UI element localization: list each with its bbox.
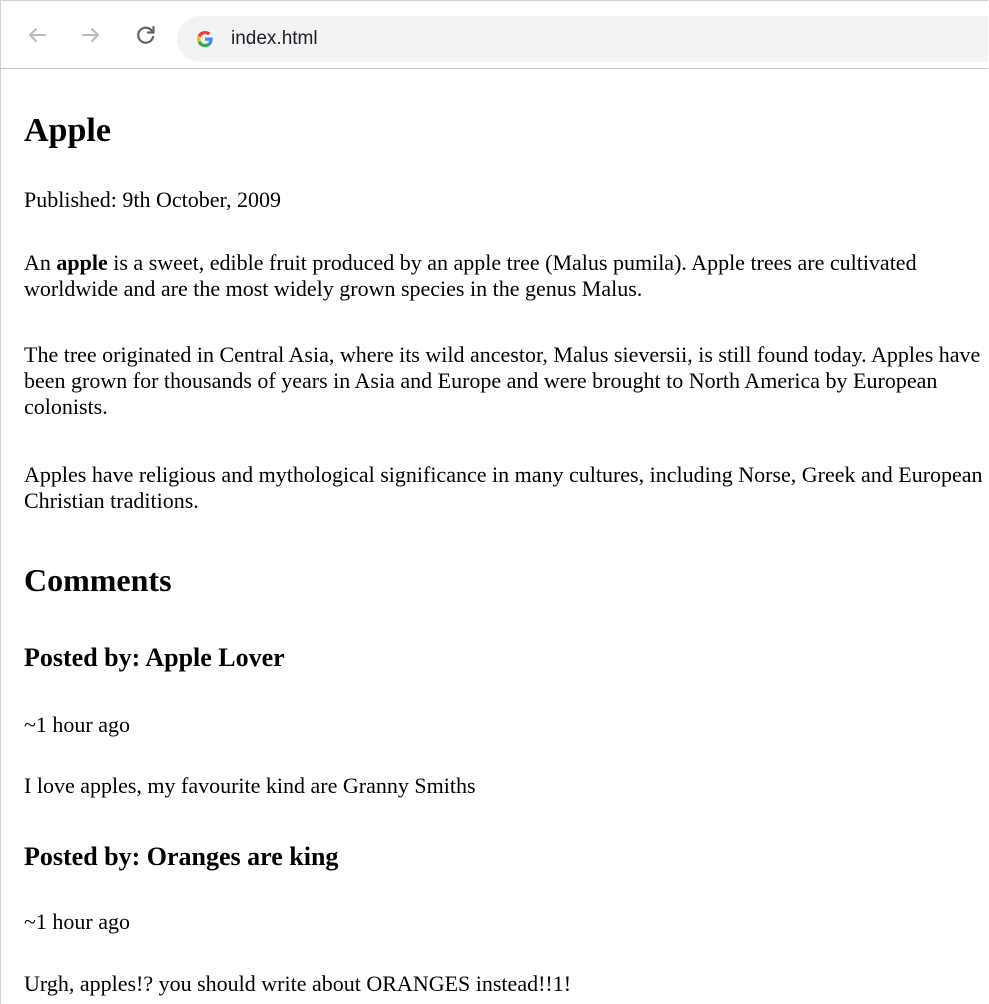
paragraph-1-bold-term: apple [56,250,108,275]
comment-body: I love apples, my favourite kind are Gra… [24,773,476,798]
paragraph-1-suffix: is a sweet, edible fruit produced by an … [24,250,917,301]
article-title: Apple [24,112,111,149]
comments-heading: Comments [24,562,172,598]
article-paragraph-1: An apple is a sweet, edible fruit produc… [24,250,988,302]
reload-icon [137,25,155,44]
published-date: Published: 9th October, 2009 [24,187,281,212]
address-bar[interactable]: index.html [177,16,988,62]
comment-author: Posted by: Apple Lover [24,643,285,672]
google-icon [197,31,213,47]
arrow-left-icon [29,28,46,42]
comment-timestamp: ~1 hour ago [24,909,130,934]
comment-author: Posted by: Oranges are king [24,842,339,871]
forward-button[interactable] [77,21,105,49]
browser-window: index.html Apple Published: 9th October,… [0,0,988,1004]
reload-button[interactable] [132,21,160,49]
comment-timestamp: ~1 hour ago [24,712,130,737]
url-text: index.html [231,28,318,49]
back-button[interactable] [23,21,51,49]
article-paragraph-2: The tree originated in Central Asia, whe… [24,342,981,419]
article-paragraph-3: Apples have religious and mythological s… [24,462,983,513]
comment-body: Urgh, apples!? you should write about OR… [24,971,572,996]
arrow-right-icon [82,28,99,42]
paragraph-1-prefix: An [24,250,57,275]
browser-toolbar: index.html [1,1,988,69]
